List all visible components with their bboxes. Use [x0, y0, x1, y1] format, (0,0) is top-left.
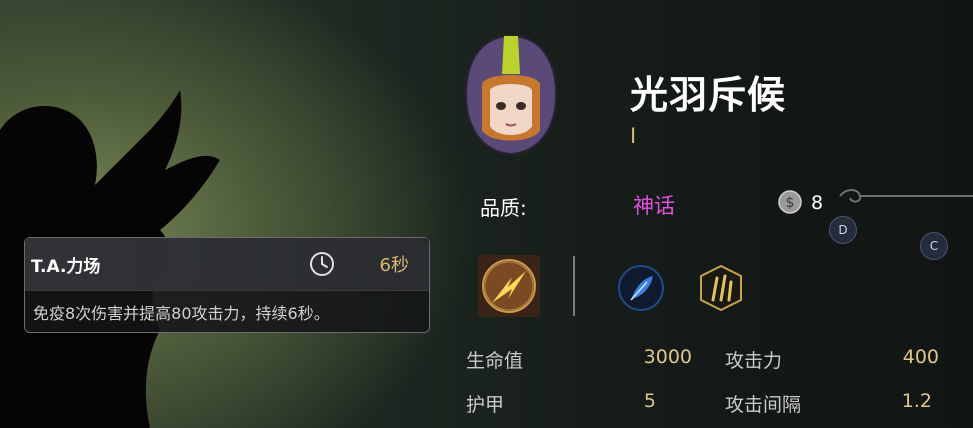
- unit-name: 光羽斥候: [630, 73, 787, 117]
- svg-text:$: $: [786, 195, 795, 211]
- skill-description: 免疫8次伤害并提高80攻击力，持续6秒。: [33, 304, 330, 323]
- quality-label: 品质:: [480, 196, 527, 220]
- attack-label: 攻击力: [725, 350, 783, 372]
- unit-race: Ⅰ: [630, 124, 637, 148]
- tier-badge-d: D: [829, 216, 857, 244]
- feather-icon[interactable]: [617, 264, 665, 312]
- skill-tooltip: T.A.力场 6秒 免疫8次伤害并提高80攻击力，持续6秒。: [24, 237, 430, 333]
- hp-value: 3000: [643, 346, 692, 368]
- tier-badge-c: C: [920, 232, 948, 260]
- ornament-line: [839, 189, 973, 203]
- icon-divider: [573, 256, 575, 316]
- armor-label: 护甲: [466, 394, 505, 416]
- clock-icon: [309, 252, 334, 276]
- tooltip-header: T.A.力场 6秒: [25, 238, 429, 291]
- quality-value: 神话: [633, 194, 675, 218]
- attack-interval-value: 1.2: [901, 390, 932, 412]
- unit-cost: 8: [811, 192, 824, 214]
- unit-portrait: [464, 34, 558, 156]
- hp-label: 生命值: [466, 350, 524, 372]
- armor-value: 5: [643, 390, 656, 412]
- skill-cooldown: 6秒: [379, 255, 409, 276]
- attack-interval-label: 攻击间隔: [725, 394, 802, 416]
- shield-burst-icon[interactable]: [478, 255, 540, 317]
- attack-value: 400: [902, 346, 939, 368]
- skill-name: T.A.力场: [31, 256, 101, 277]
- claw-icon[interactable]: [697, 264, 745, 312]
- coin-icon: $: [778, 190, 802, 214]
